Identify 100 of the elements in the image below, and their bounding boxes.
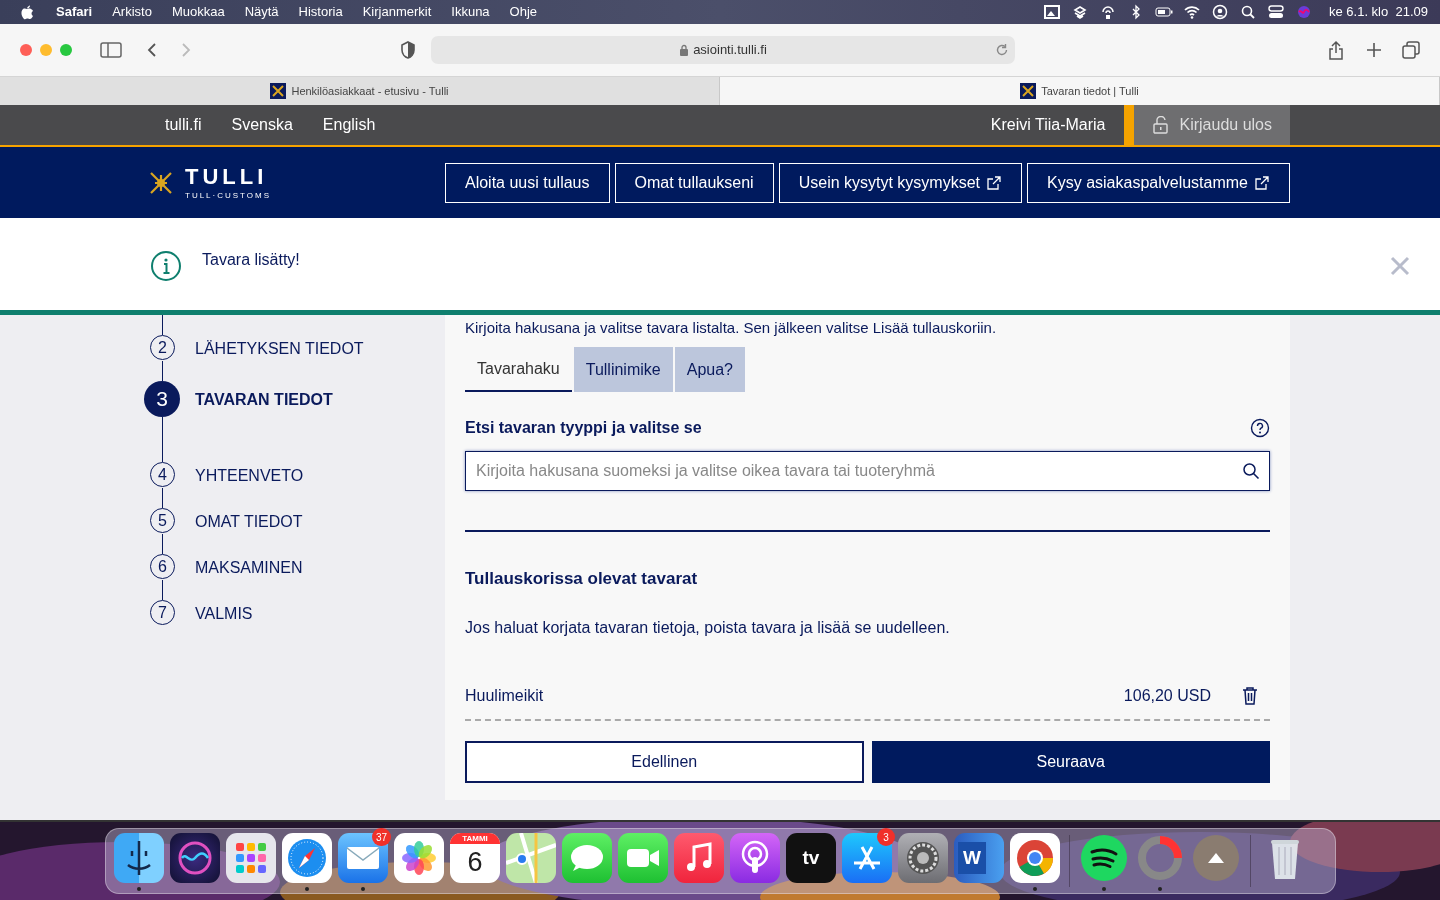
apple-icon[interactable]	[20, 4, 34, 20]
browser-app-icon[interactable]	[1010, 833, 1060, 883]
app-label: tv	[802, 845, 820, 870]
browser-tab[interactable]: Henkilöasiakkaat - etusivu - Tulli	[0, 77, 720, 105]
step-number: 6	[150, 554, 175, 579]
search-field[interactable]: Kirjoita hakusana suomeksi ja valitse oikea tavara tai tuoteryhmä	[465, 451, 1270, 491]
flower-icon[interactable]	[394, 833, 444, 883]
siri-icon[interactable]	[1295, 4, 1313, 20]
calendar-icon[interactable]: TAMMI 6	[450, 833, 500, 883]
menu-item[interactable]: Kirjanmerkit	[362, 2, 432, 22]
lock-icon	[1151, 116, 1170, 134]
nav-button[interactable]: Usein kysytyt kysymykset	[778, 162, 1023, 203]
step-number: 2	[150, 335, 175, 360]
logo-subtitle: TULL·CUSTOMS	[185, 191, 272, 200]
video-camera-icon[interactable]	[618, 833, 668, 883]
step-label: YHTEENVETO	[195, 466, 304, 486]
external-link-icon	[1254, 174, 1270, 191]
mountain-icon[interactable]	[1191, 833, 1241, 883]
section-title: Tullauskorissa olevat tavarat	[465, 568, 699, 590]
back-icon[interactable]	[146, 42, 158, 58]
step-number: 7	[150, 600, 175, 625]
user-name: Kreivi Tiia-Maria	[990, 115, 1106, 135]
map-icon[interactable]	[506, 833, 556, 883]
sound-waves-icon[interactable]	[1079, 833, 1129, 883]
emblem-icon	[270, 83, 287, 99]
running-indicator	[361, 887, 365, 891]
step-number: 4	[150, 462, 175, 487]
plus-icon[interactable]	[1366, 42, 1382, 58]
trash-icon[interactable]	[1241, 685, 1259, 706]
shield-icon[interactable]	[400, 41, 416, 59]
tabs-icon[interactable]	[1402, 41, 1420, 59]
step-label: TAVARAN TIEDOT	[195, 390, 333, 410]
browser-tab[interactable]: Tavaran tiedot | Tulli	[720, 77, 1440, 105]
instruction-text: Kirjoita hakusana ja valitse tavara listalta. Sen jälkeen valitse Lisää tullauskoriin.	[465, 318, 998, 338]
search-tab[interactable]: Apua?	[674, 347, 745, 392]
chat-bubble-icon[interactable]	[562, 833, 612, 883]
face-icon[interactable]	[114, 833, 164, 883]
item-price: 106,20 USD	[1123, 685, 1211, 706]
nav-button[interactable]: Aloita uusi tullaus	[445, 162, 610, 203]
reload-icon[interactable]	[995, 43, 1009, 57]
user-icon[interactable]	[1211, 4, 1229, 20]
menu-item[interactable]: Arkisto	[112, 2, 152, 22]
menu-item[interactable]: Näytä	[244, 2, 279, 22]
step-label: VALMIS	[195, 604, 253, 624]
search-icon[interactable]	[1239, 4, 1257, 20]
logout-button[interactable]: Kirjaudu ulos	[1123, 105, 1290, 145]
sidebar-icon[interactable]	[100, 42, 122, 58]
hint-text: Jos haluat korjata tavaran tietoja, poista tavara ja lisää se uudelleen.	[465, 617, 951, 638]
running-indicator	[305, 887, 309, 891]
menu-item[interactable]: Muokkaa	[171, 2, 225, 22]
step-label: OMAT TIEDOT	[195, 512, 303, 532]
calendar-month: TAMMI	[450, 833, 500, 844]
top-link[interactable]: Svenska	[231, 113, 293, 137]
field-label: Etsi tavaran tyyppi ja valitse se	[465, 418, 703, 438]
nav-button[interactable]: Omat tullaukseni	[614, 162, 774, 203]
toggle-icon[interactable]	[1267, 4, 1285, 20]
search-icon[interactable]	[1242, 462, 1260, 480]
wifi-icon[interactable]	[1183, 4, 1201, 20]
menu-item[interactable]: Ohje	[509, 2, 538, 22]
emblem-icon	[1020, 83, 1037, 99]
next-button[interactable]: Seuraava	[871, 740, 1270, 783]
running-indicator	[1033, 887, 1037, 891]
app-store-icon[interactable]	[842, 833, 892, 883]
menu-item[interactable]: Historia	[298, 2, 343, 22]
app-menu[interactable]: Safari	[56, 2, 93, 22]
running-indicator	[1158, 887, 1162, 891]
box-icon[interactable]	[1071, 4, 1089, 20]
app-label: W	[958, 841, 986, 875]
help-icon[interactable]	[1250, 418, 1270, 438]
top-link[interactable]: English	[322, 113, 376, 137]
menu-item[interactable]: Ikkuna	[451, 2, 490, 22]
podcast-icon[interactable]	[730, 833, 780, 883]
nav-button[interactable]: Kysy asiakaspalvelustamme	[1027, 162, 1290, 203]
previous-button[interactable]: Edellinen	[465, 740, 864, 783]
step-number: 3	[144, 381, 180, 417]
grid-icon[interactable]	[226, 833, 276, 883]
calendar-day: 6	[467, 844, 483, 880]
clock-text: ke 6.1. klo 21.09	[1329, 3, 1428, 22]
envelope-icon[interactable]	[338, 833, 388, 883]
image-icon[interactable]	[1043, 4, 1061, 20]
url-field[interactable]: asiointi.tulli.fi	[693, 40, 767, 60]
compass-icon[interactable]	[282, 833, 332, 883]
tv-app-icon[interactable]: tv	[786, 833, 836, 883]
step-label: LÄHETYKSEN TIEDOT	[195, 339, 364, 359]
document-app-icon[interactable]: W	[954, 833, 1004, 883]
lock-icon	[679, 44, 690, 56]
step-label: MAKSAMINEN	[195, 558, 303, 578]
share-icon[interactable]	[1328, 40, 1344, 60]
gear-icon[interactable]	[898, 833, 948, 883]
top-link[interactable]: tulli.fi	[165, 113, 202, 137]
notification-message: Tavara lisätty!	[202, 250, 301, 270]
battery-icon[interactable]	[1155, 4, 1173, 20]
close-button[interactable]	[20, 44, 32, 56]
item-name: Huulimeikit	[465, 685, 545, 706]
running-indicator	[137, 887, 141, 891]
search-tab[interactable]: Tullinimike	[573, 347, 673, 392]
step-number: 5	[150, 508, 175, 533]
orb-icon[interactable]	[170, 833, 220, 883]
hotspot-icon[interactable]	[1099, 4, 1117, 20]
music-note-icon[interactable]	[674, 833, 724, 883]
